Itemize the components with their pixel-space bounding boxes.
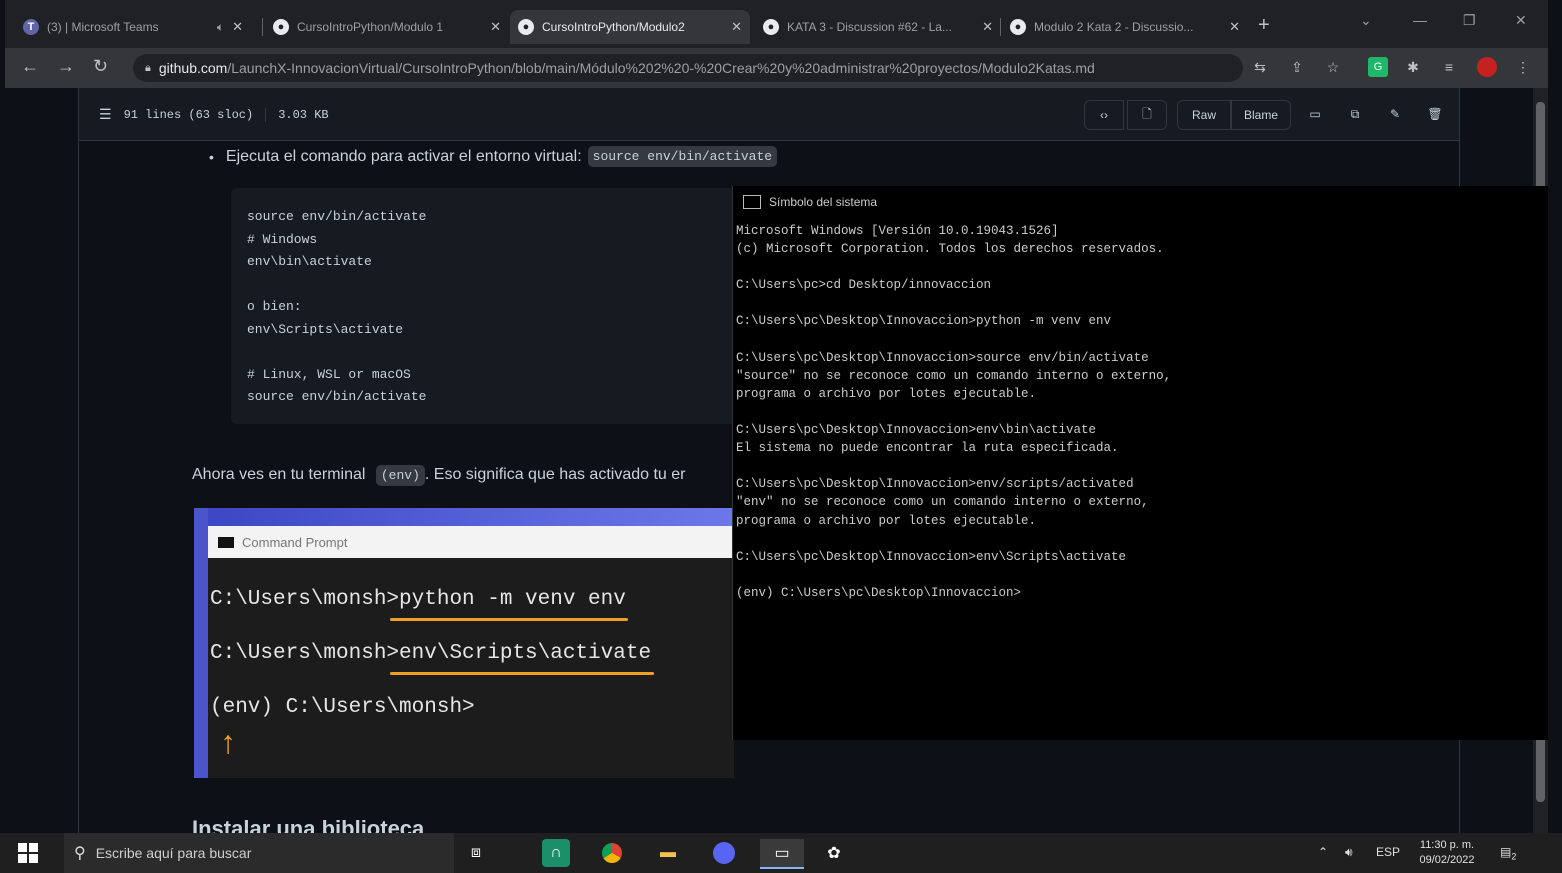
lock-icon[interactable]: 🔒︎ (145, 62, 151, 75)
paragraph: Ahora ves en tu terminal (env). Eso sign… (192, 465, 685, 486)
file-header: ☰ 91 lines (63 sloc) 3.03 KB ‹› 🗋︎ Raw B… (79, 88, 1459, 141)
bullet-icon: • (209, 148, 214, 165)
browser-tab-teams[interactable]: T (3) | Microsoft Teams 🔈︎ ✕ (23, 10, 243, 44)
new-tab-button[interactable]: + (1258, 14, 1270, 37)
file-size: 3.03 KB (278, 107, 329, 122)
browser-tab-modulo2-active[interactable]: ● CursoIntroPython/Modulo2 ✕ (510, 10, 750, 44)
extensions-puzzle-icon[interactable]: ✱ (1403, 57, 1423, 77)
teams-icon: T (23, 19, 39, 35)
extension-icon[interactable]: G (1368, 57, 1388, 77)
command-prompt-taskbar-icon[interactable]: ▭ (760, 839, 804, 869)
share-icon[interactable]: ⇪ (1287, 57, 1307, 77)
image-line-3: (env) C:\Users\monsh> (210, 696, 475, 719)
tab-separator (1000, 18, 1001, 36)
app-icon-misc[interactable]: ✿ (820, 839, 848, 867)
inline-code: source env/bin/activate (587, 146, 778, 167)
reading-list-icon[interactable]: ≡ (1439, 57, 1459, 77)
url-text: github.com/LaunchX-InnovacionVirtual/Cur… (158, 60, 1095, 76)
clock-date: 09/02/2022 (1419, 854, 1475, 866)
file-meta: ☰ 91 lines (63 sloc) 3.03 KB (99, 106, 329, 123)
image-blue-edge (194, 508, 208, 778)
translate-icon[interactable]: ⇆ (1250, 57, 1270, 77)
windows-taskbar: ⚲ Escribe aquí para buscar ⧈ ∩ ▬ ▭ ✿ ⌃ 🔊… (0, 833, 1562, 873)
minimize-icon[interactable]: — (1413, 12, 1427, 28)
github-icon: ● (763, 19, 779, 35)
code-view-button[interactable]: ‹› (1084, 100, 1124, 130)
code-icon: ‹› (1100, 108, 1108, 122)
search-placeholder: Escribe aquí para buscar (95, 845, 252, 861)
browser-toolbar: ← → ↻ 🔒︎ github.com/LaunchX-InnovacionVi… (5, 48, 1548, 88)
trash-icon[interactable]: 🗑︎ (1421, 100, 1449, 128)
tab-separator (262, 18, 263, 36)
github-icon: ● (273, 19, 289, 35)
clock[interactable]: 11:30 p. m. 09/02/2022 (1412, 838, 1482, 868)
bookmark-star-icon[interactable]: ☆ (1323, 57, 1343, 77)
browser-tab-modulo1[interactable]: ● CursoIntroPython/Modulo 1 ✕ (273, 10, 501, 44)
windows-start-icon[interactable] (18, 843, 38, 863)
close-tab-icon[interactable]: ✕ (1229, 19, 1240, 35)
command-prompt-window[interactable]: Símbolo del sistema Microsoft Windows [V… (732, 186, 1548, 740)
back-icon[interactable]: ← (21, 56, 39, 77)
code-block-text: source env/bin/activate # Windows env\bi… (247, 209, 427, 404)
image-gradient-band (194, 508, 734, 528)
code-block: source env/bin/activate # Windows env\bi… (231, 188, 816, 424)
taskbar-search[interactable]: ⚲ Escribe aquí para buscar (64, 833, 454, 873)
inline-code: (env) (375, 465, 425, 486)
divider (265, 107, 267, 122)
terminal-icon (743, 195, 761, 209)
reload-icon[interactable]: ↻ (93, 56, 108, 77)
screen: T (3) | Microsoft Teams 🔈︎ ✕ ● CursoIntr… (5, 0, 1548, 873)
orange-underline (390, 672, 654, 675)
address-bar[interactable]: 🔒︎ github.com/LaunchX-InnovacionVirtual/… (133, 54, 1243, 82)
task-view-icon[interactable]: ⧈ (462, 839, 490, 867)
browser-tab-modulo2-kata2[interactable]: ● Modulo 2 Kata 2 - Discussio... ✕ (1010, 10, 1240, 44)
file-icon: 🗋︎ (1142, 106, 1152, 121)
close-tab-icon[interactable]: ✕ (982, 19, 993, 35)
profile-avatar[interactable] (1477, 57, 1497, 77)
notification-count: 2 (1511, 851, 1517, 862)
browser-menu-icon[interactable]: ⋮ (1513, 57, 1533, 77)
notification-icon[interactable]: ▤2 (1500, 845, 1516, 861)
file-lines: 91 lines (63 sloc) (123, 107, 254, 122)
copy-icon[interactable]: ⧉ (1341, 100, 1369, 128)
github-icon: ● (518, 19, 534, 35)
outline-icon[interactable]: ☰ (99, 106, 112, 123)
github-icon: ● (1010, 19, 1026, 35)
raw-button[interactable]: Raw (1177, 100, 1231, 130)
preview-button[interactable]: 🗋︎ (1127, 100, 1167, 130)
blame-button[interactable]: Blame (1231, 100, 1291, 130)
app-icon-green[interactable]: ∩ (542, 839, 570, 867)
close-tab-icon[interactable]: ✕ (731, 19, 742, 35)
forward-icon[interactable]: → (57, 56, 75, 77)
cmd-output[interactable]: Microsoft Windows [Versión 10.0.19043.15… (733, 218, 1548, 602)
search-icon: ⚲ (74, 845, 86, 862)
image-line-1: C:\Users\monsh>python -m venv env (210, 588, 626, 611)
image-titlebar: Command Prompt (208, 526, 734, 558)
tray-chevron-icon[interactable]: ⌃ (1318, 845, 1328, 859)
close-tab-icon[interactable]: ✕ (232, 19, 243, 35)
pencil-icon[interactable]: ✎ (1381, 100, 1409, 128)
desktop-icon[interactable]: ▭ (1301, 100, 1329, 128)
discord-icon[interactable] (710, 839, 738, 867)
close-window-icon[interactable]: ✕ (1515, 12, 1527, 29)
close-tab-icon[interactable]: ✕ (490, 19, 501, 35)
terminal-icon (218, 536, 234, 548)
tab-search-icon[interactable]: ⌄ (1360, 12, 1372, 29)
file-explorer-icon[interactable]: ▬ (654, 839, 682, 867)
tab-audio-icon[interactable]: 🔈︎ (217, 20, 224, 35)
instruction-bullet: • Ejecuta el comando para activar el ent… (209, 146, 778, 167)
command-prompt-screenshot: Command Prompt C:\Users\monsh>python -m … (194, 508, 734, 778)
browser-tab-kata3[interactable]: ● KATA 3 - Discussion #62 - La... ✕ (763, 10, 993, 44)
browser-tab-strip: T (3) | Microsoft Teams 🔈︎ ✕ ● CursoIntr… (5, 0, 1548, 48)
language-indicator[interactable]: ESP (1376, 845, 1400, 859)
image-line-2: C:\Users\monsh>env\Scripts\activate (210, 642, 652, 665)
maximize-icon[interactable]: ❐ (1463, 12, 1476, 29)
cmd-titlebar[interactable]: Símbolo del sistema (733, 186, 1548, 218)
chrome-icon[interactable] (598, 839, 626, 867)
clock-time: 11:30 p. m. (1419, 839, 1475, 851)
volume-icon[interactable]: 🔊︎ (1345, 845, 1353, 860)
orange-underline (390, 618, 628, 621)
cmd-title: Símbolo del sistema (769, 195, 878, 209)
arrow-up-icon: ↑ (220, 724, 236, 760)
